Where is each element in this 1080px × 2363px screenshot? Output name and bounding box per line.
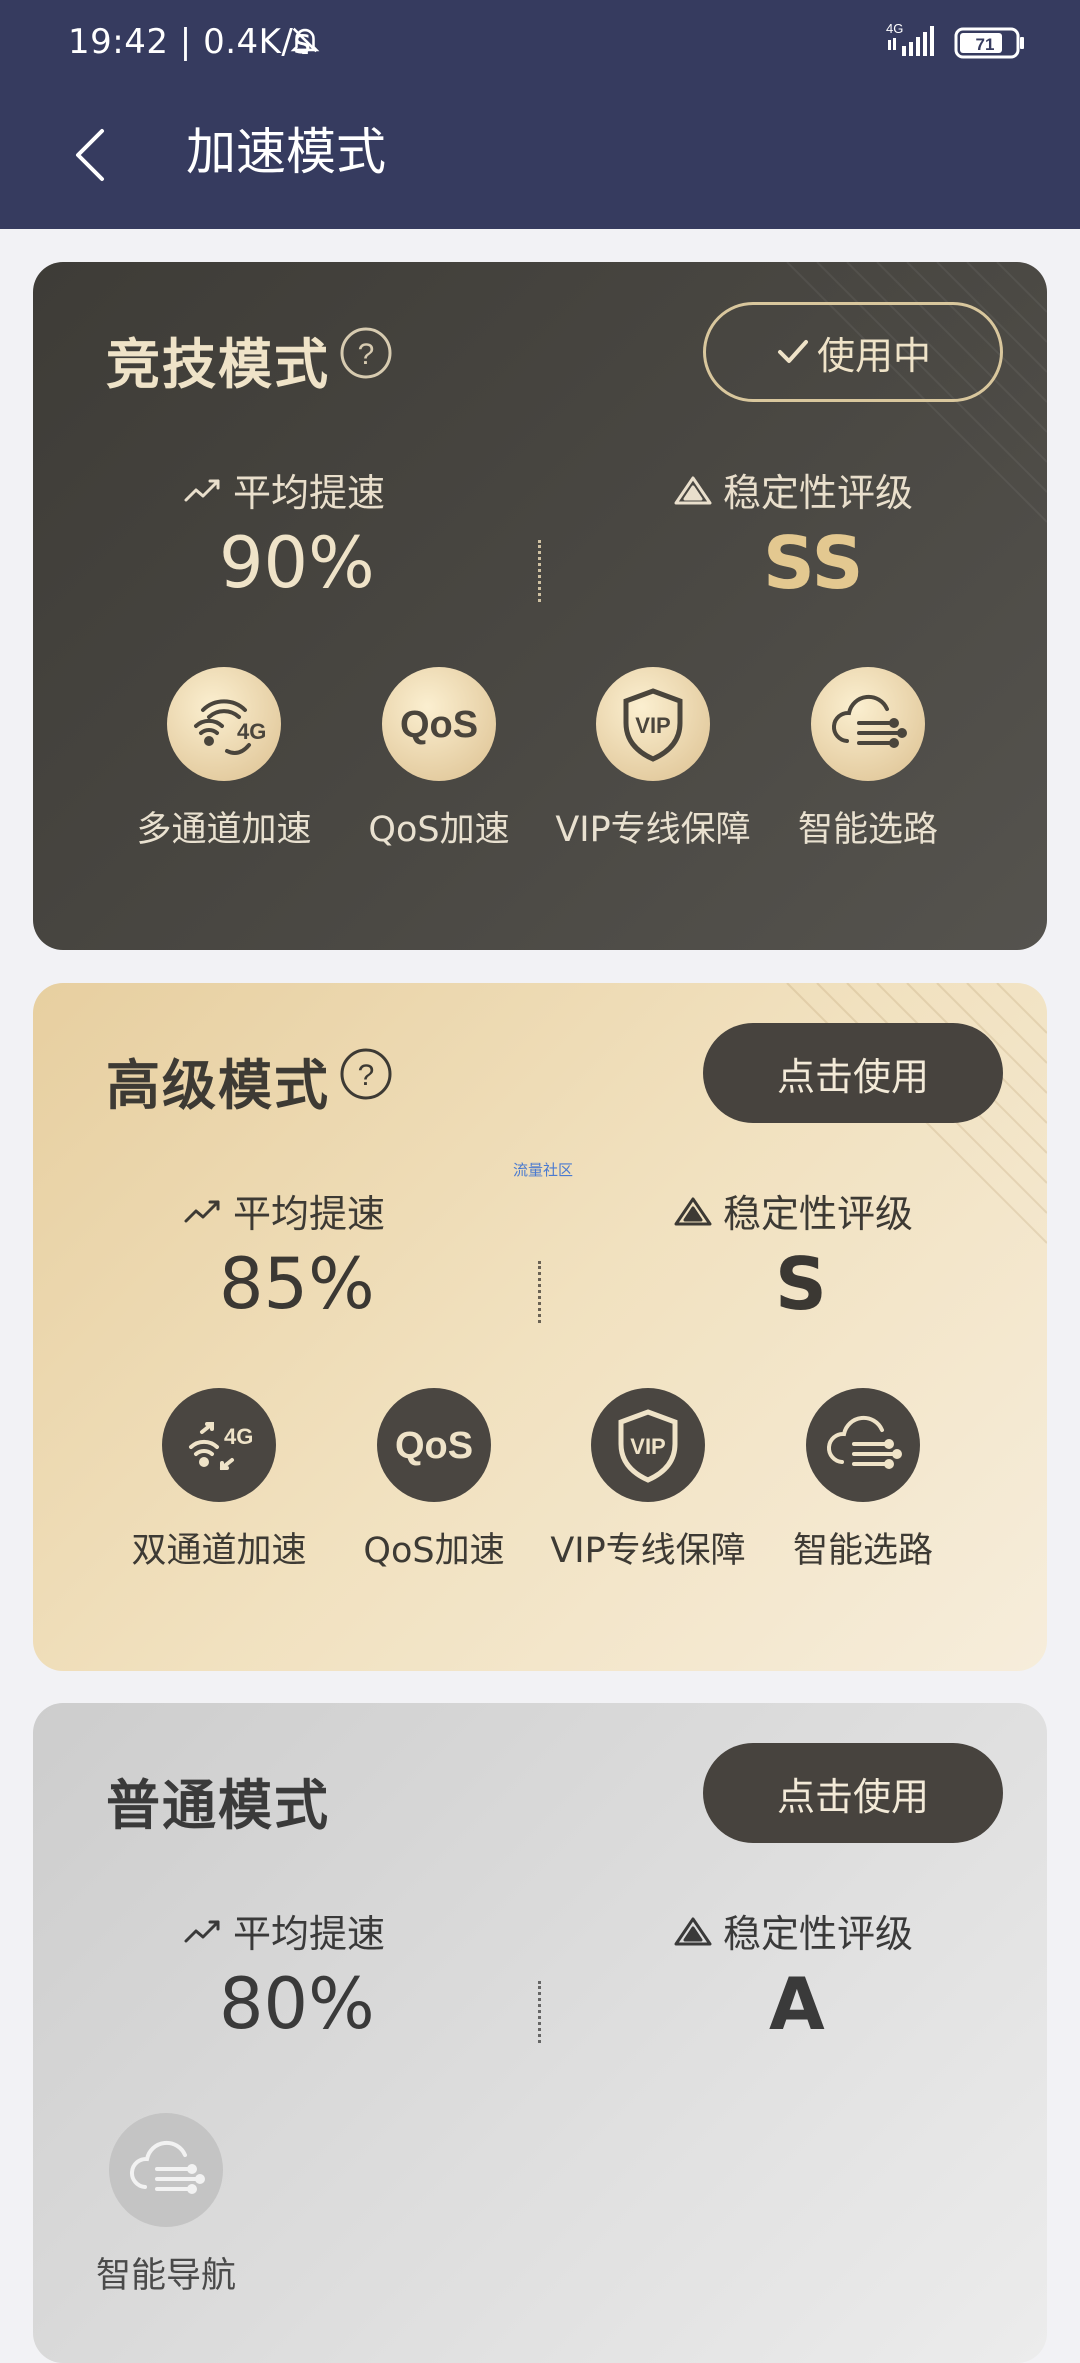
- avg-speedup-text: 平均提速: [233, 1192, 386, 1236]
- avg-speedup-label: 平均提速: [183, 462, 385, 517]
- stat-divider: [538, 540, 541, 602]
- feature-qos: QoS QoS加速: [339, 667, 539, 852]
- qos-icon: QoS: [382, 667, 496, 781]
- warning-triangle-icon: [674, 1197, 712, 1225]
- stability-rating-label: 稳定性评级: [673, 1183, 913, 1238]
- stat-divider: [538, 1981, 541, 2043]
- check-icon: [777, 340, 808, 363]
- icon-4g-label: 4G: [224, 1424, 253, 1449]
- stability-rating-label: 稳定性评级: [673, 1903, 913, 1958]
- button-label: 使用中: [816, 333, 931, 378]
- avg-speedup-label: 平均提速: [183, 1183, 385, 1238]
- battery-level: 71: [976, 35, 995, 54]
- avg-speedup-label: 平均提速: [183, 1903, 385, 1958]
- icon-qos-label: QoS: [400, 704, 478, 746]
- dual-channel-icon: 4G: [162, 1388, 276, 1502]
- notification-muted-icon: [290, 27, 320, 55]
- page-title: 加速模式: [186, 123, 386, 181]
- multi-channel-icon: 4G: [167, 667, 281, 781]
- feature-smart-routing: 智能选路: [768, 667, 968, 852]
- icon-vip-label: VIP: [635, 713, 670, 738]
- feature-label: 智能导航: [95, 2256, 236, 2296]
- avg-speedup-text: 平均提速: [233, 1912, 386, 1956]
- trend-icon: [184, 1200, 220, 1222]
- stability-rating-value: A: [769, 1962, 825, 2046]
- card-title: 普通模式: [106, 1774, 330, 1837]
- warning-triangle-icon: [674, 1917, 712, 1945]
- button-label: 点击使用: [776, 1774, 929, 1819]
- feature-label: 智能选路: [797, 810, 938, 850]
- use-button[interactable]: 点击使用: [703, 1023, 1003, 1123]
- trend-icon: [184, 1920, 220, 1942]
- mode-card-competitive: 竞技模式 ? 使用中 平均提速 90% 稳定性评级 SS 4G 多通道加速 Qo…: [33, 262, 1047, 950]
- stability-rating-text: 稳定性评级: [723, 1912, 914, 1956]
- status-time: 19:42 | 0.4K/s: [68, 22, 312, 62]
- status-bar: 19:42 | 0.4K/s 4G 71: [0, 0, 1080, 95]
- use-button[interactable]: 点击使用: [703, 1743, 1003, 1843]
- feature-label: 双通道加速: [131, 1531, 307, 1571]
- icon-qos-label: QoS: [395, 1425, 473, 1467]
- feature-label: QoS加速: [368, 810, 510, 850]
- feature-label: 智能选路: [792, 1531, 933, 1571]
- card-title: 竞技模式: [106, 333, 330, 396]
- mode-card-advanced: 高级模式 ? 点击使用 流量社区 平均提速 85% 稳定性评级 S 4G 双通道…: [33, 983, 1047, 1671]
- stability-rating-text: 稳定性评级: [723, 471, 914, 515]
- status-clock: 19:42: [68, 22, 169, 62]
- feature-qos: QoS QoS加速: [334, 1388, 534, 1573]
- feature-smart-navigation: 智能导航: [76, 2113, 256, 2298]
- avg-speedup-text: 平均提速: [233, 471, 386, 515]
- watermark: 流量社区: [513, 1161, 574, 1179]
- svg-text:?: ?: [358, 338, 375, 371]
- qos-icon: QoS: [377, 1388, 491, 1502]
- feature-multi-channel: 4G 多通道加速: [124, 667, 324, 852]
- back-arrow-icon[interactable]: [72, 125, 106, 185]
- feature-vip: VIP VIP专线保障: [548, 1388, 748, 1573]
- cloud-routing-icon: [811, 667, 925, 781]
- mode-card-normal: 普通模式 点击使用 平均提速 80% 稳定性评级 A 智能导航: [33, 1703, 1047, 2363]
- feature-vip: VIP VIP专线保障: [553, 667, 753, 852]
- avg-speedup-value: 90%: [219, 522, 375, 604]
- stability-rating-value: S: [775, 1242, 827, 1326]
- battery-icon: 71: [954, 27, 1024, 59]
- feature-label: VIP专线保障: [550, 1531, 746, 1571]
- stability-rating-text: 稳定性评级: [723, 1192, 914, 1236]
- signal-icon: 4G: [886, 21, 934, 56]
- avg-speedup-value: 85%: [219, 1243, 375, 1325]
- stat-divider: [538, 1261, 541, 1323]
- feature-label: 多通道加速: [136, 810, 312, 850]
- stability-rating-value: SS: [763, 521, 864, 605]
- icon-vip-label: VIP: [630, 1434, 665, 1459]
- help-icon[interactable]: ?: [339, 326, 393, 380]
- svg-text:?: ?: [358, 1059, 375, 1092]
- warning-triangle-icon: [674, 476, 712, 504]
- cloud-routing-icon: [806, 1388, 920, 1502]
- help-icon[interactable]: ?: [339, 1047, 393, 1101]
- stability-rating-label: 稳定性评级: [673, 462, 913, 517]
- vip-shield-icon: VIP: [596, 667, 710, 781]
- feature-dual-channel: 4G 双通道加速: [119, 1388, 319, 1573]
- network-type-label: 4G: [886, 21, 903, 36]
- app-bar: 加速模式: [0, 95, 1080, 229]
- avg-speedup-value: 80%: [219, 1963, 375, 2045]
- trend-icon: [184, 479, 220, 501]
- card-title: 高级模式: [106, 1054, 330, 1117]
- feature-smart-routing: 智能选路: [763, 1388, 963, 1573]
- icon-4g-label: 4G: [237, 719, 266, 744]
- vip-shield-icon: VIP: [591, 1388, 705, 1502]
- feature-label: VIP专线保障: [555, 810, 751, 850]
- in-use-button[interactable]: 使用中: [703, 302, 1003, 402]
- feature-label: QoS加速: [363, 1531, 505, 1571]
- button-label: 点击使用: [776, 1054, 929, 1099]
- cloud-routing-icon: [109, 2113, 223, 2227]
